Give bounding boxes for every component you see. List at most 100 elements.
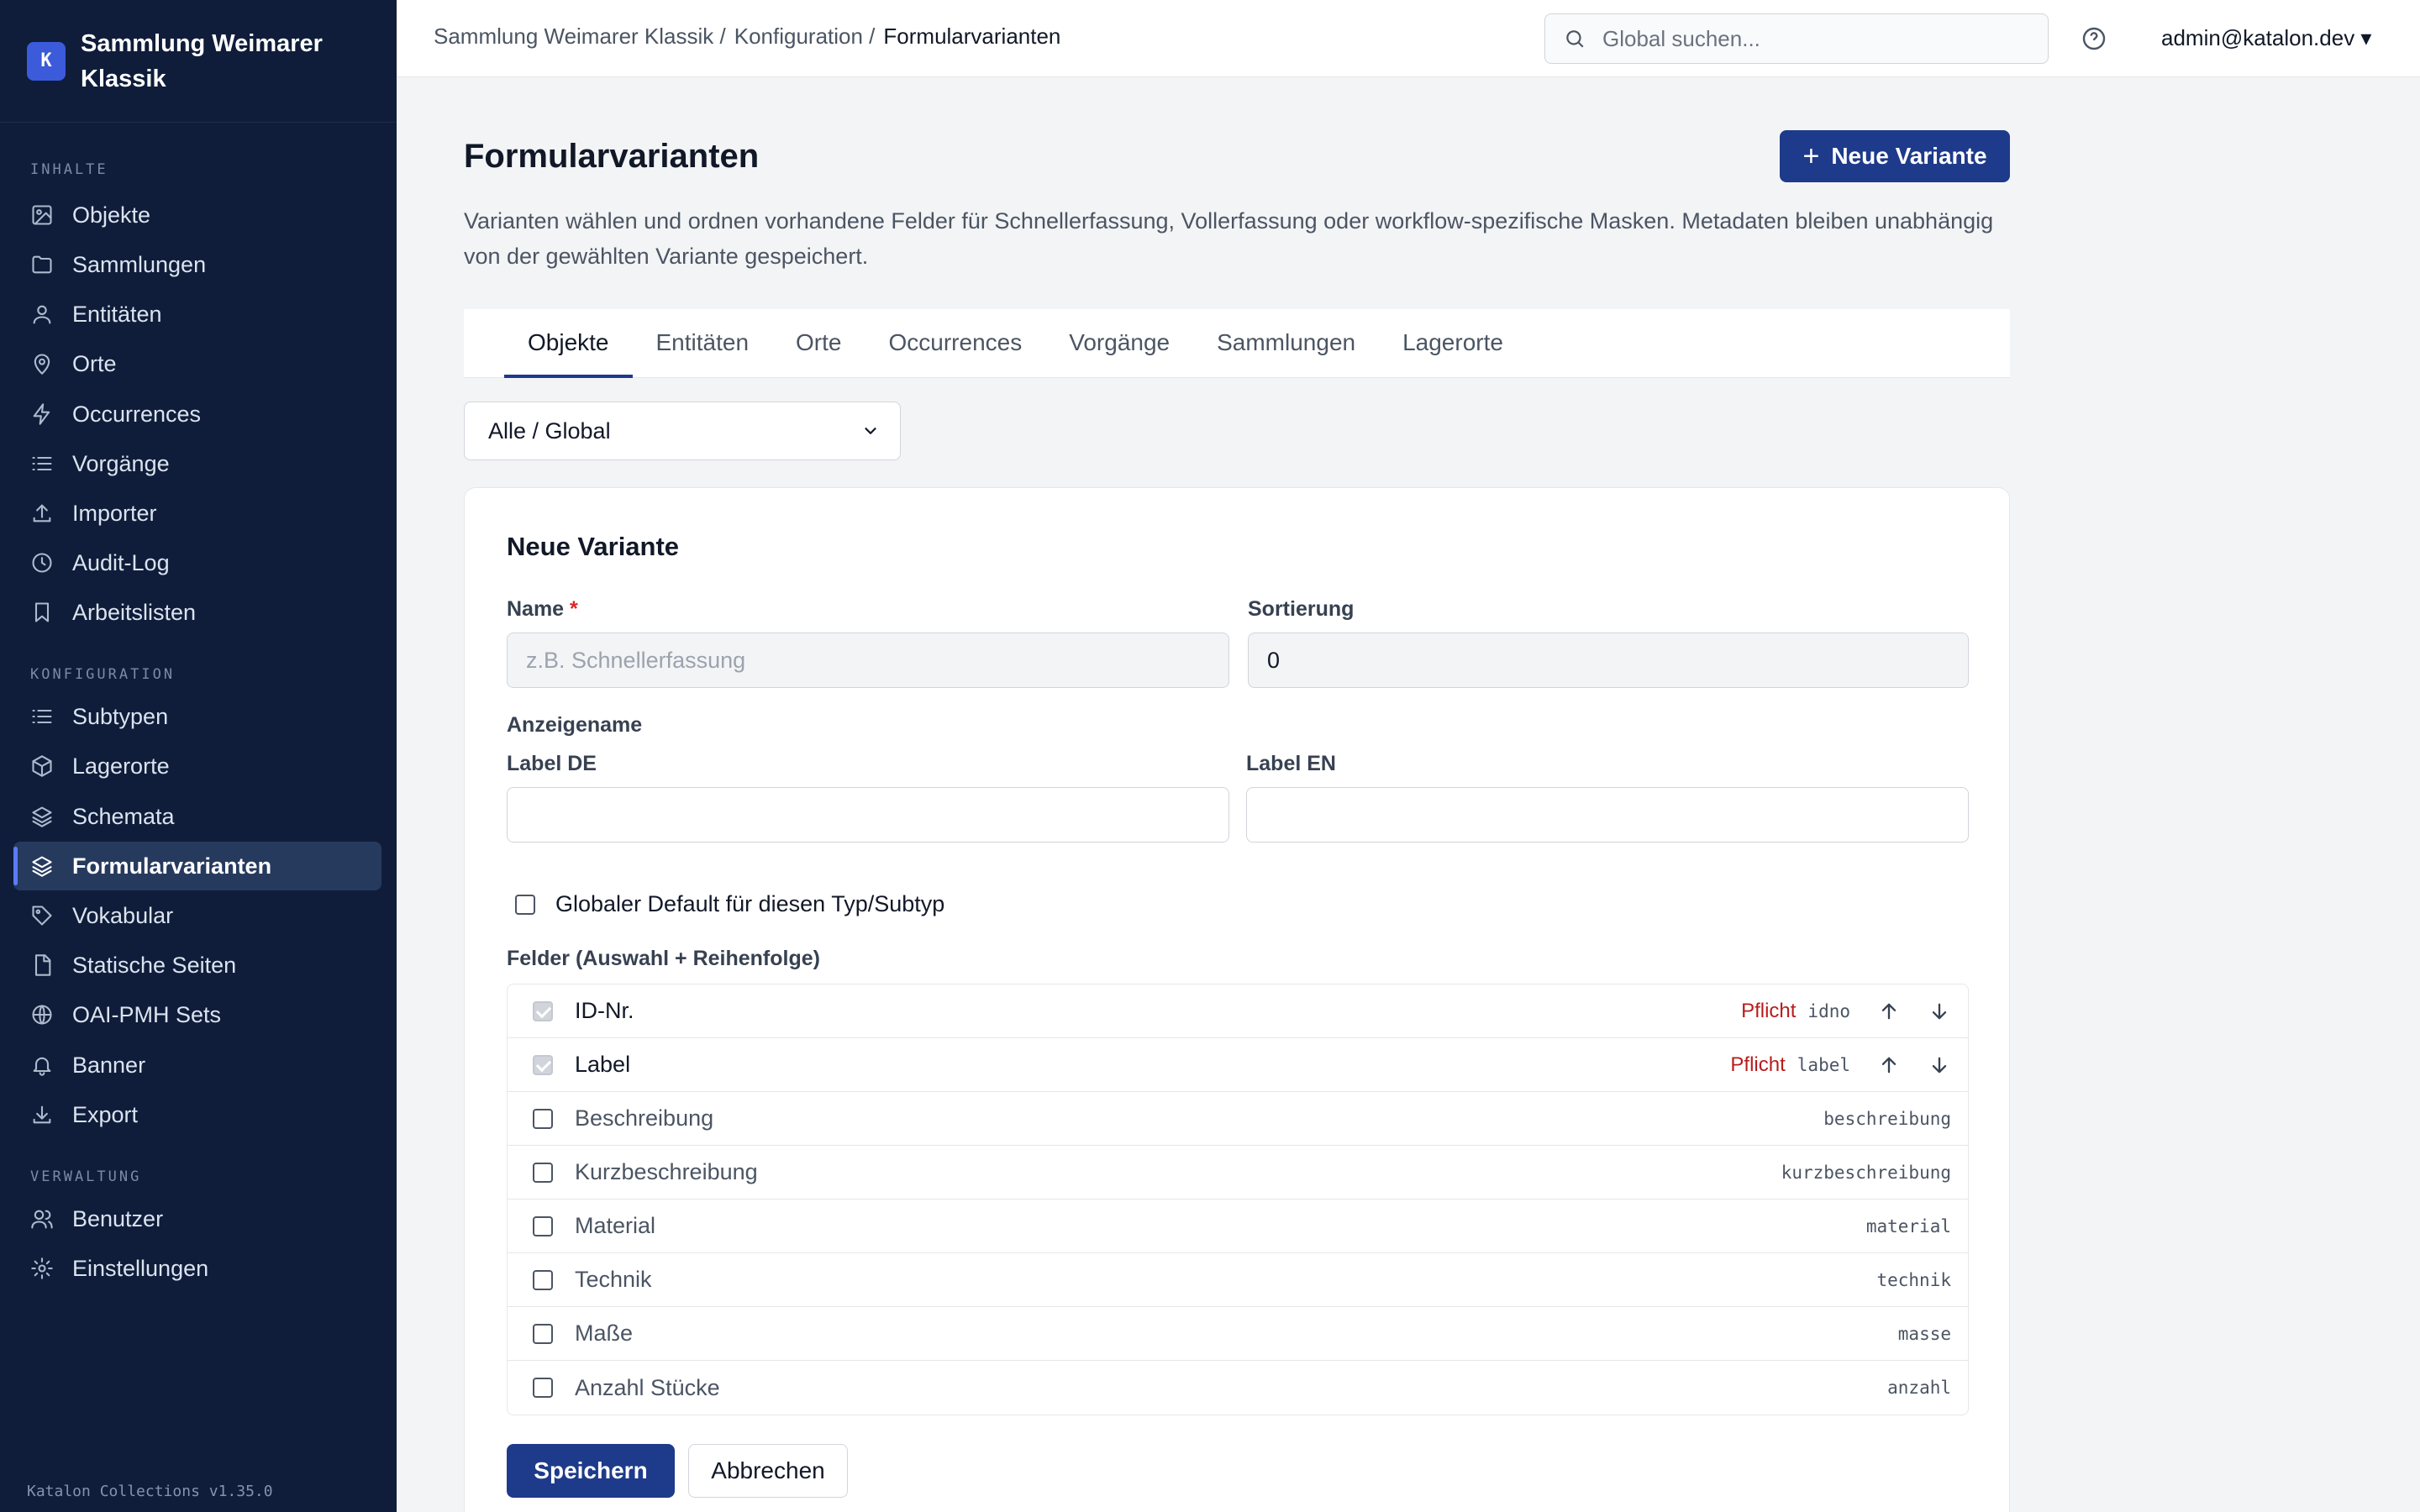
field-name: Anzahl Stücke <box>575 1374 720 1400</box>
name-field[interactable] <box>507 633 1229 688</box>
sidebar-item-label: Banner <box>72 1052 146 1078</box>
layers-icon <box>32 806 52 827</box>
arrow-up-icon <box>1881 1057 1897 1073</box>
sidebar-item-arbeitslisten[interactable]: Arbeitslisten <box>13 588 381 637</box>
field-name: Technik <box>575 1267 652 1292</box>
users-icon <box>31 1210 53 1229</box>
sidebar-item-label: Entitäten <box>72 301 162 327</box>
global-default-option[interactable]: Globaler Default für diesen Typ/Subtyp <box>515 891 944 917</box>
search-icon <box>1566 30 1584 48</box>
field-key: masse <box>1897 1323 1951 1344</box>
help-button[interactable] <box>2081 25 2107 52</box>
brand[interactable]: K Sammlung Weimarer Klassik <box>0 0 397 123</box>
sidebar-item-label: Importer <box>72 500 157 526</box>
sidebar-item-banner[interactable]: Banner <box>13 1041 381 1089</box>
move-down-button[interactable] <box>1928 1000 1951 1023</box>
new-variant-form: Neue Variante Name * Sortierung Anzeigen… <box>464 487 2010 1512</box>
label-de-field[interactable] <box>507 787 1229 843</box>
tab-sammlungen[interactable]: Sammlungen <box>1193 309 1379 378</box>
box-icon <box>32 755 52 777</box>
global-search[interactable] <box>1544 13 2049 64</box>
sidebar-item-oai-pmh-sets[interactable]: OAI-PMH Sets <box>13 990 381 1039</box>
sidebar-item-sammlungen[interactable]: Sammlungen <box>13 240 381 289</box>
tag-icon <box>32 906 52 926</box>
breadcrumb: Sammlung Weimarer Klassik / Konfiguratio… <box>434 24 1060 50</box>
sidebar-item-benutzer[interactable]: Benutzer <box>13 1194 381 1243</box>
sidebar-item-importer[interactable]: Importer <box>13 489 381 538</box>
field-checkbox[interactable] <box>533 1323 553 1344</box>
sidebar-item-label: Orte <box>72 350 117 376</box>
field-checkbox[interactable] <box>533 1215 553 1236</box>
help-icon <box>2082 27 2106 50</box>
list-item: Anzahl Stücke anzahl <box>508 1361 1968 1415</box>
field-checkbox[interactable] <box>533 1378 553 1398</box>
move-down-button[interactable] <box>1928 1053 1951 1077</box>
sidebar-item-statische-seiten[interactable]: Statische Seiten <box>13 941 381 990</box>
field-key: anzahl <box>1887 1378 1951 1398</box>
new-variant-button[interactable]: + Neue Variante <box>1780 130 2010 182</box>
breadcrumb-item-collection[interactable]: Sammlung Weimarer Klassik / <box>434 24 726 50</box>
save-button[interactable]: Speichern <box>507 1444 675 1498</box>
field-key: material <box>1865 1215 1951 1236</box>
tab-lagerorte[interactable]: Lagerorte <box>1379 309 1527 378</box>
global-default-label: Globaler Default für diesen Typ/Subtyp <box>555 891 945 916</box>
sort-field[interactable] <box>1248 633 1969 688</box>
required-badge: Pflicht <box>1730 1053 1786 1076</box>
sidebar-item-einstellungen[interactable]: Einstellungen <box>13 1244 381 1293</box>
list-item: Beschreibung beschreibung <box>508 1092 1968 1146</box>
sidebar-item-label: Occurrences <box>72 401 202 427</box>
field-name: Kurzbeschreibung <box>575 1159 758 1184</box>
tab-occurrences[interactable]: Occurrences <box>865 309 1046 378</box>
sidebar: K Sammlung Weimarer Klassik INHALTE KONF… <box>0 0 397 1512</box>
field-key: kurzbeschreibung <box>1781 1162 1951 1183</box>
search-input[interactable] <box>1602 25 2006 52</box>
topbar: Sammlung Weimarer Klassik / Konfiguratio… <box>397 0 2420 77</box>
name-label: Name * <box>507 597 578 621</box>
sidebar-item-label: Export <box>72 1101 139 1127</box>
sidebar-item-occurrences[interactable]: Occurrences <box>13 390 381 438</box>
map-pin-icon <box>34 354 50 375</box>
move-up-button[interactable] <box>1877 1053 1901 1077</box>
breadcrumb-item-konfiguration[interactable]: Konfiguration / <box>734 24 876 50</box>
brand-name: Sammlung Weimarer Klassik <box>81 29 323 92</box>
field-key: idno <box>1807 1000 1850 1021</box>
field-checkbox[interactable] <box>533 1108 553 1129</box>
tab-entitaeten[interactable]: Entitäten <box>633 309 773 378</box>
scope-select[interactable]: Alle / Global <box>464 402 901 460</box>
move-up-button[interactable] <box>1877 1000 1901 1023</box>
tab-orte[interactable]: Orte <box>772 309 865 378</box>
sidebar-item-schemata[interactable]: Schemata <box>13 792 381 841</box>
label-de-label: Label DE <box>507 752 597 775</box>
field-checkbox[interactable] <box>533 1162 553 1183</box>
sidebar-item-vokabular[interactable]: Vokabular <box>13 891 381 940</box>
folder-icon <box>32 255 52 274</box>
list-item: Material material <box>508 1200 1968 1253</box>
sidebar-item-label: Vokabular <box>72 902 174 928</box>
sidebar-item-formularvarianten[interactable]: Formularvarianten <box>13 842 381 890</box>
nav-section-inhalte: INHALTE <box>30 161 108 178</box>
arrow-up-icon <box>1881 1003 1897 1019</box>
sort-label: Sortierung <box>1248 597 1355 621</box>
layers-icon <box>32 856 52 877</box>
sidebar-item-label: Sammlungen <box>72 251 207 277</box>
sidebar-item-lagerorte[interactable]: Lagerorte <box>13 742 381 790</box>
sidebar-item-entitaeten[interactable]: Entitäten <box>13 290 381 339</box>
gear-icon <box>31 1257 53 1279</box>
sidebar-item-export[interactable]: Export <box>13 1090 381 1139</box>
cancel-button[interactable]: Abbrechen <box>688 1444 848 1498</box>
tab-vorgaenge[interactable]: Vorgänge <box>1045 309 1193 378</box>
global-default-checkbox[interactable] <box>515 894 535 915</box>
label-en-field[interactable] <box>1246 787 1969 843</box>
sidebar-item-label: Formularvarianten <box>72 853 272 879</box>
globe-icon <box>32 1005 52 1025</box>
fields-label: Felder (Auswahl + Reihenfolge) <box>507 947 820 970</box>
sidebar-item-audit-log[interactable]: Audit-Log <box>13 538 381 587</box>
tab-objekte[interactable]: Objekte <box>504 309 633 378</box>
sidebar-item-vorgaenge[interactable]: Vorgänge <box>13 439 381 488</box>
sidebar-item-subtypen[interactable]: Subtypen <box>13 692 381 741</box>
sidebar-item-orte[interactable]: Orte <box>13 339 381 388</box>
sidebar-item-objekte[interactable]: Objekte <box>13 191 381 239</box>
brand-logo: K <box>27 41 66 81</box>
field-checkbox[interactable] <box>533 1269 553 1290</box>
user-menu[interactable]: admin@katalon.dev ▾ <box>2161 25 2371 51</box>
